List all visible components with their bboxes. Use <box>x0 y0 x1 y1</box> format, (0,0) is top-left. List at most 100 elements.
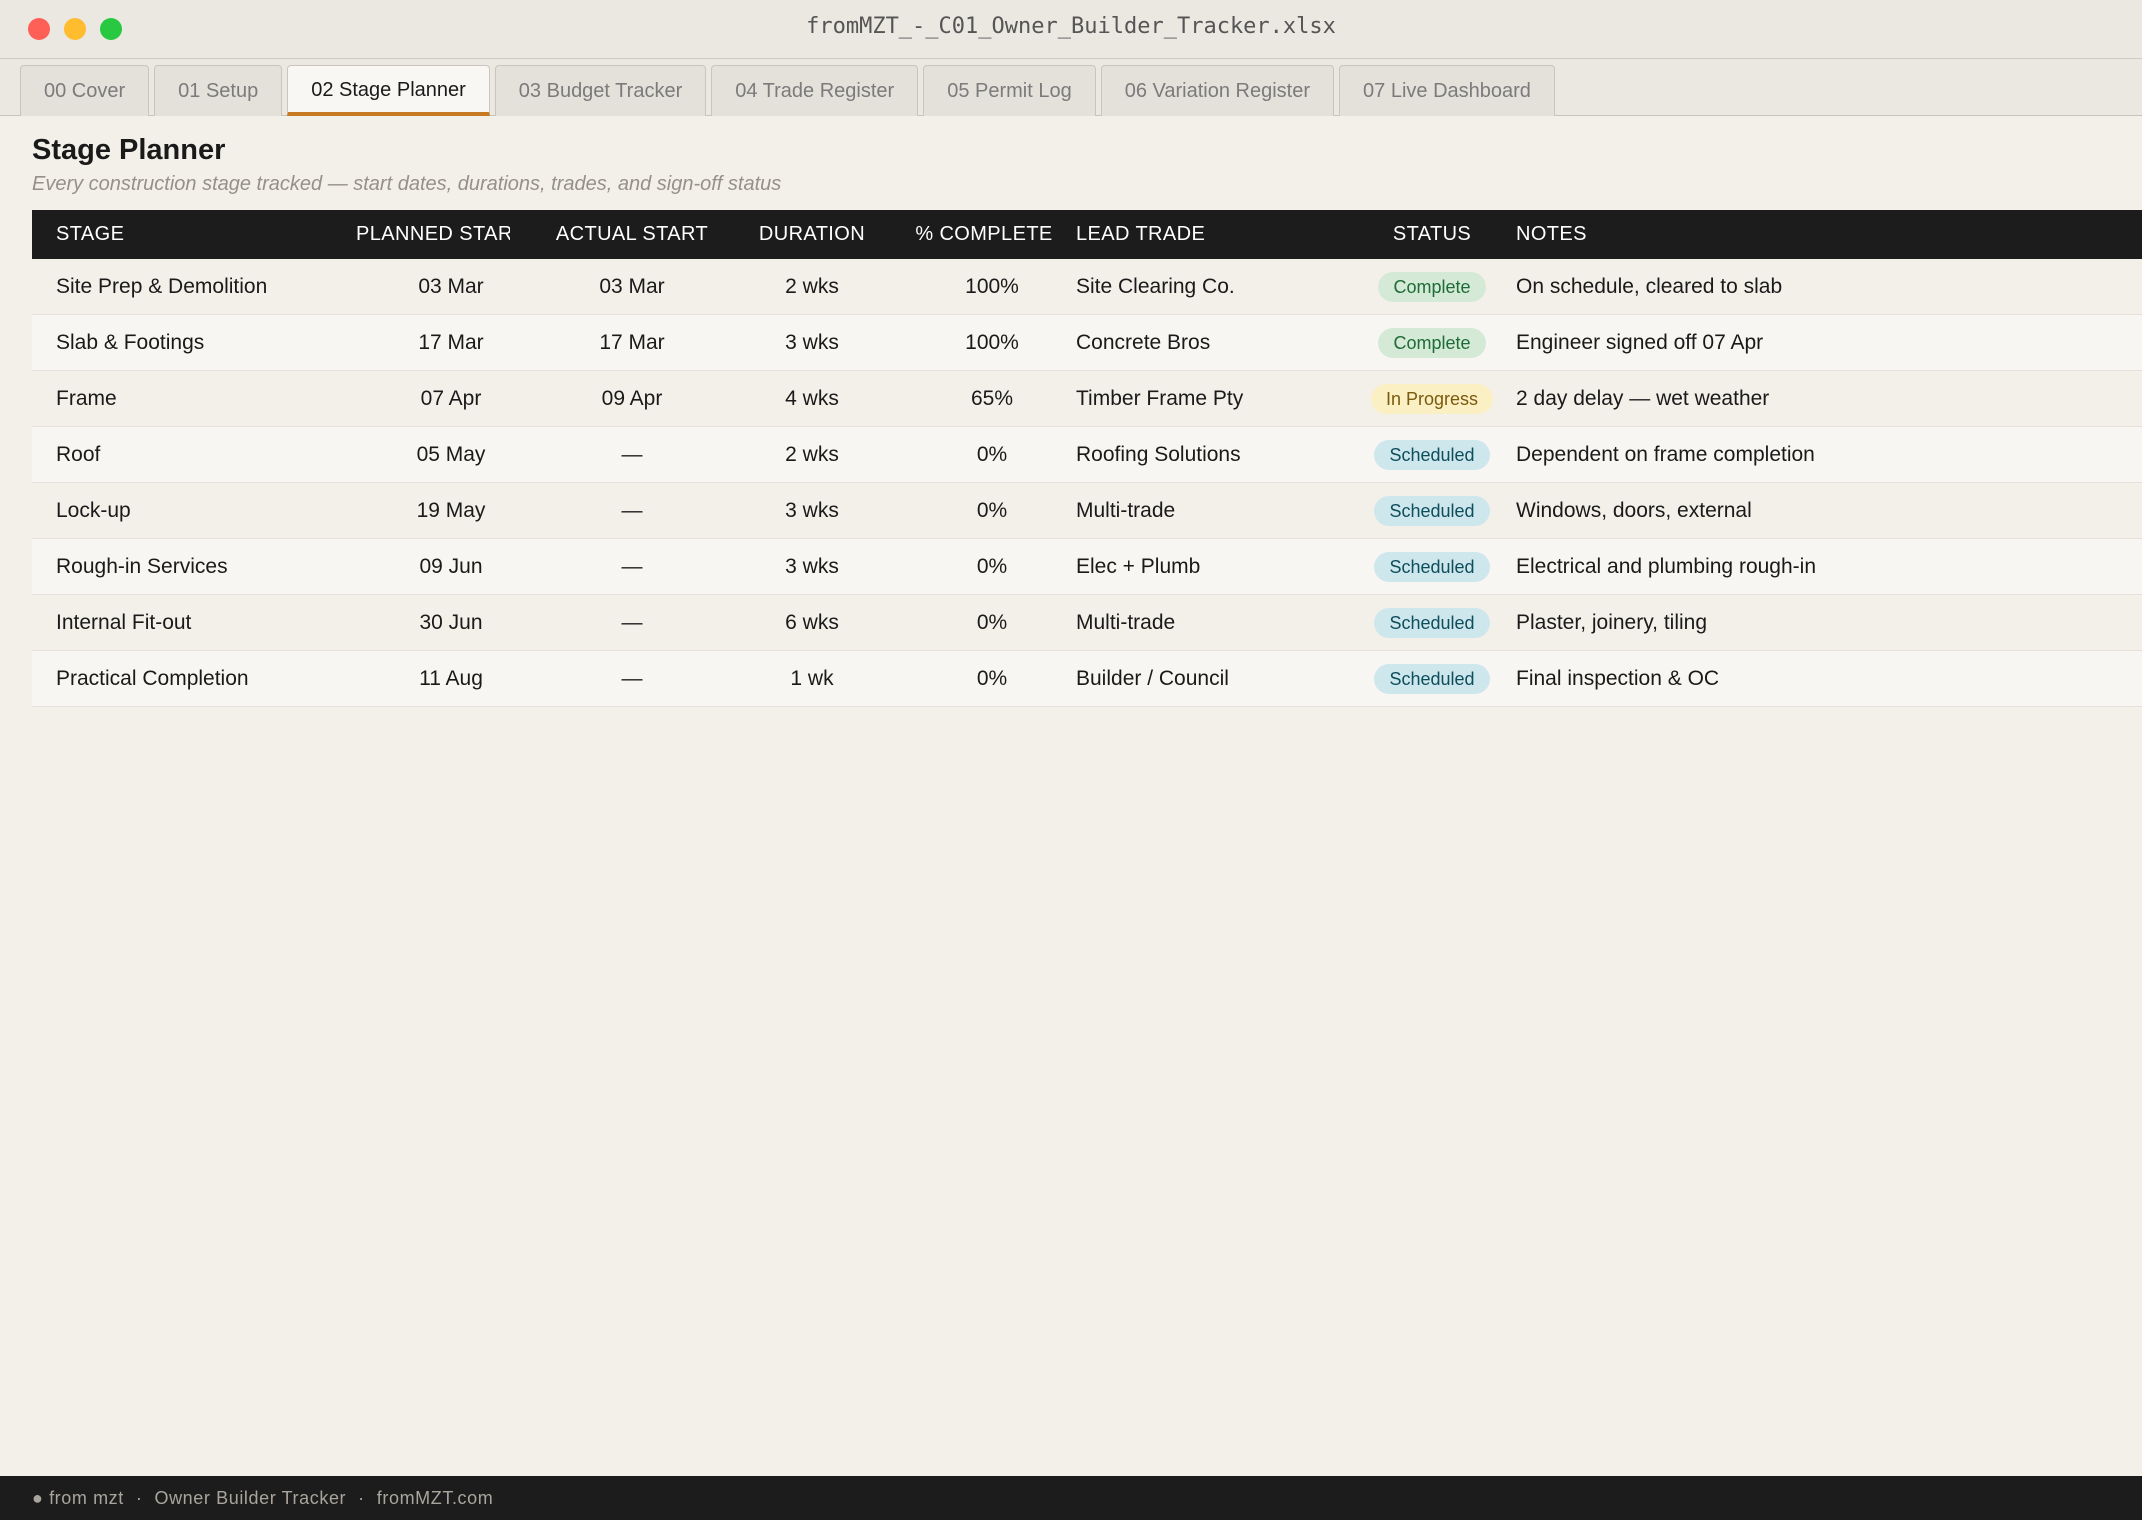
cell-duration[interactable]: 6 wks <box>722 595 902 650</box>
cell-pct-complete[interactable]: 65% <box>902 371 1082 426</box>
footer-brand: ● from mzt <box>32 1487 124 1508</box>
cell-status[interactable]: Scheduled <box>1322 539 1542 594</box>
cell-lead-trade[interactable]: Elec + Plumb <box>1076 539 1326 594</box>
cell-lead-trade[interactable]: Multi-trade <box>1076 483 1326 538</box>
cell-planned-start[interactable]: 11 Aug <box>356 651 546 706</box>
cell-status[interactable]: In Progress <box>1322 371 1542 426</box>
cell-stage[interactable]: Lock-up <box>56 483 346 538</box>
cell-actual-start[interactable]: — <box>542 483 722 538</box>
cell-notes[interactable]: Final inspection & OC <box>1516 651 2136 706</box>
header-notes[interactable]: NOTES <box>1516 210 2136 259</box>
header-status[interactable]: STATUS <box>1322 210 1542 259</box>
cell-stage[interactable]: Practical Completion <box>56 651 346 706</box>
header-pct-complete[interactable]: % COMPLETE <box>894 210 1074 259</box>
cell-planned-start[interactable]: 30 Jun <box>356 595 546 650</box>
cell-duration[interactable]: 2 wks <box>722 259 902 314</box>
sheet-tab[interactable]: 03 Budget Tracker <box>494 65 707 116</box>
cell-stage[interactable]: Roof <box>56 427 346 482</box>
header-planned-start[interactable]: PLANNED START <box>356 210 510 259</box>
header-actual-start[interactable]: ACTUAL START <box>542 210 722 259</box>
cell-pct-complete[interactable]: 0% <box>902 539 1082 594</box>
status-badge: Scheduled <box>1374 607 1490 638</box>
cell-planned-start[interactable]: 17 Mar <box>356 315 546 370</box>
stage-table: STAGE PLANNED START ACTUAL START DURATIO… <box>32 210 2142 707</box>
sheet-tab[interactable]: 00 Cover <box>20 65 150 116</box>
footer-separator: · <box>135 1487 143 1508</box>
cell-actual-start[interactable]: — <box>542 539 722 594</box>
header-lead-trade[interactable]: LEAD TRADE <box>1076 210 1326 259</box>
table-row[interactable]: Rough-in Services 09 Jun —3 wks 0% Elec + Pl… <box>32 539 2142 595</box>
cell-actual-start[interactable]: — <box>542 595 722 650</box>
cell-lead-trade[interactable]: Timber Frame Pty <box>1076 371 1326 426</box>
cell-stage[interactable]: Rough-in Services <box>56 539 346 594</box>
cell-duration[interactable]: 4 wks <box>722 371 902 426</box>
table-row[interactable]: Practical Completion 11 Aug —1 wk 0% Builder… <box>32 651 2142 707</box>
cell-planned-start[interactable]: 05 May <box>356 427 546 482</box>
table-row[interactable]: Frame 07 Apr 09 Apr 4 wks 65% Timber Frame Pt… <box>32 371 2142 427</box>
table-row[interactable]: Lock-up 19 May —3 wks 0% Multi-trade Schedule… <box>32 483 2142 539</box>
cell-planned-start[interactable]: 07 Apr <box>356 371 546 426</box>
cell-pct-complete[interactable]: 0% <box>902 427 1082 482</box>
cell-lead-trade[interactable]: Builder / Council <box>1076 651 1326 706</box>
cell-planned-start[interactable]: 03 Mar <box>356 259 546 314</box>
cell-notes[interactable]: Electrical and plumbing rough-in <box>1516 539 2136 594</box>
header-duration[interactable]: DURATION <box>722 210 902 259</box>
cell-notes[interactable]: Engineer signed off 07 Apr <box>1516 315 2136 370</box>
cell-notes[interactable]: 2 day delay — wet weather <box>1516 371 2136 426</box>
sheet-tab[interactable]: 02 Stage Planner <box>287 65 490 116</box>
table-row[interactable]: Internal Fit-out 30 Jun —6 wks 0% Multi-trad… <box>32 595 2142 651</box>
status-badge: Complete <box>1378 327 1486 358</box>
cell-notes[interactable]: Dependent on frame completion <box>1516 427 2136 482</box>
cell-pct-complete[interactable]: 0% <box>902 651 1082 706</box>
cell-notes[interactable]: Windows, doors, external <box>1516 483 2136 538</box>
cell-actual-start[interactable]: 17 Mar <box>542 315 722 370</box>
cell-planned-start[interactable]: 09 Jun <box>356 539 546 594</box>
sheet-tab[interactable]: 06 Variation Register <box>1100 65 1335 116</box>
footer-separator: · <box>358 1487 365 1508</box>
cell-stage[interactable]: Slab & Footings <box>56 315 346 370</box>
header-stage[interactable]: STAGE <box>56 210 346 259</box>
cell-status[interactable]: Scheduled <box>1322 595 1542 650</box>
cell-status[interactable]: Complete <box>1322 259 1542 314</box>
status-badge: Scheduled <box>1374 495 1490 526</box>
table-row[interactable]: Site Prep & Demolition 03 Mar 03 Mar 2 wks 1… <box>32 259 2142 315</box>
cell-notes[interactable]: Plaster, joinery, tiling <box>1516 595 2136 650</box>
cell-lead-trade[interactable]: Site Clearing Co. <box>1076 259 1326 314</box>
cell-stage[interactable]: Internal Fit-out <box>56 595 346 650</box>
cell-duration[interactable]: 2 wks <box>722 427 902 482</box>
cell-actual-start[interactable]: — <box>542 651 722 706</box>
cell-planned-start[interactable]: 19 May <box>356 483 546 538</box>
cell-duration[interactable]: 1 wk <box>722 651 902 706</box>
cell-pct-complete[interactable]: 100% <box>902 315 1082 370</box>
cell-pct-complete[interactable]: 0% <box>902 483 1082 538</box>
footer-site-link[interactable]: fromMZT.com <box>377 1488 494 1509</box>
cell-lead-trade[interactable]: Multi-trade <box>1076 595 1326 650</box>
cell-duration[interactable]: 3 wks <box>722 315 902 370</box>
cell-status[interactable]: Scheduled <box>1322 427 1542 482</box>
table-header: STAGE PLANNED START ACTUAL START DURATIO… <box>32 210 2142 259</box>
sheet-tab[interactable]: 07 Live Dashboard <box>1339 65 1555 116</box>
status-badge: Complete <box>1378 271 1486 302</box>
cell-status[interactable]: Scheduled <box>1322 651 1542 706</box>
cell-duration[interactable]: 3 wks <box>722 539 902 594</box>
cell-pct-complete[interactable]: 0% <box>902 595 1082 650</box>
cell-notes[interactable]: On schedule, cleared to slab <box>1516 259 2136 314</box>
cell-actual-start[interactable]: — <box>542 427 722 482</box>
sheet-tab[interactable]: 04 Trade Register <box>711 65 919 116</box>
sheet-tab[interactable]: 01 Setup <box>154 65 283 116</box>
cell-duration[interactable]: 3 wks <box>722 483 902 538</box>
cell-stage[interactable]: Site Prep & Demolition <box>56 259 346 314</box>
cell-status[interactable]: Complete <box>1322 315 1542 370</box>
cell-stage[interactable]: Frame <box>56 371 346 426</box>
sheet-tab[interactable]: 05 Permit Log <box>923 65 1096 116</box>
window-title: fromMZT_-_C01_Owner_Builder_Tracker.xlsx <box>806 14 1336 39</box>
cell-lead-trade[interactable]: Concrete Bros <box>1076 315 1326 370</box>
cell-lead-trade[interactable]: Roofing Solutions <box>1076 427 1326 482</box>
page-title: Stage Planner <box>32 134 226 166</box>
table-row[interactable]: Roof 05 May —2 wks 0% Roofing Solutions Sched… <box>32 427 2142 483</box>
cell-actual-start[interactable]: 03 Mar <box>542 259 722 314</box>
table-row[interactable]: Slab & Footings 17 Mar 17 Mar 3 wks 100% Conc… <box>32 315 2142 371</box>
cell-actual-start[interactable]: 09 Apr <box>542 371 722 426</box>
cell-pct-complete[interactable]: 100% <box>902 259 1082 314</box>
cell-status[interactable]: Scheduled <box>1322 483 1542 538</box>
